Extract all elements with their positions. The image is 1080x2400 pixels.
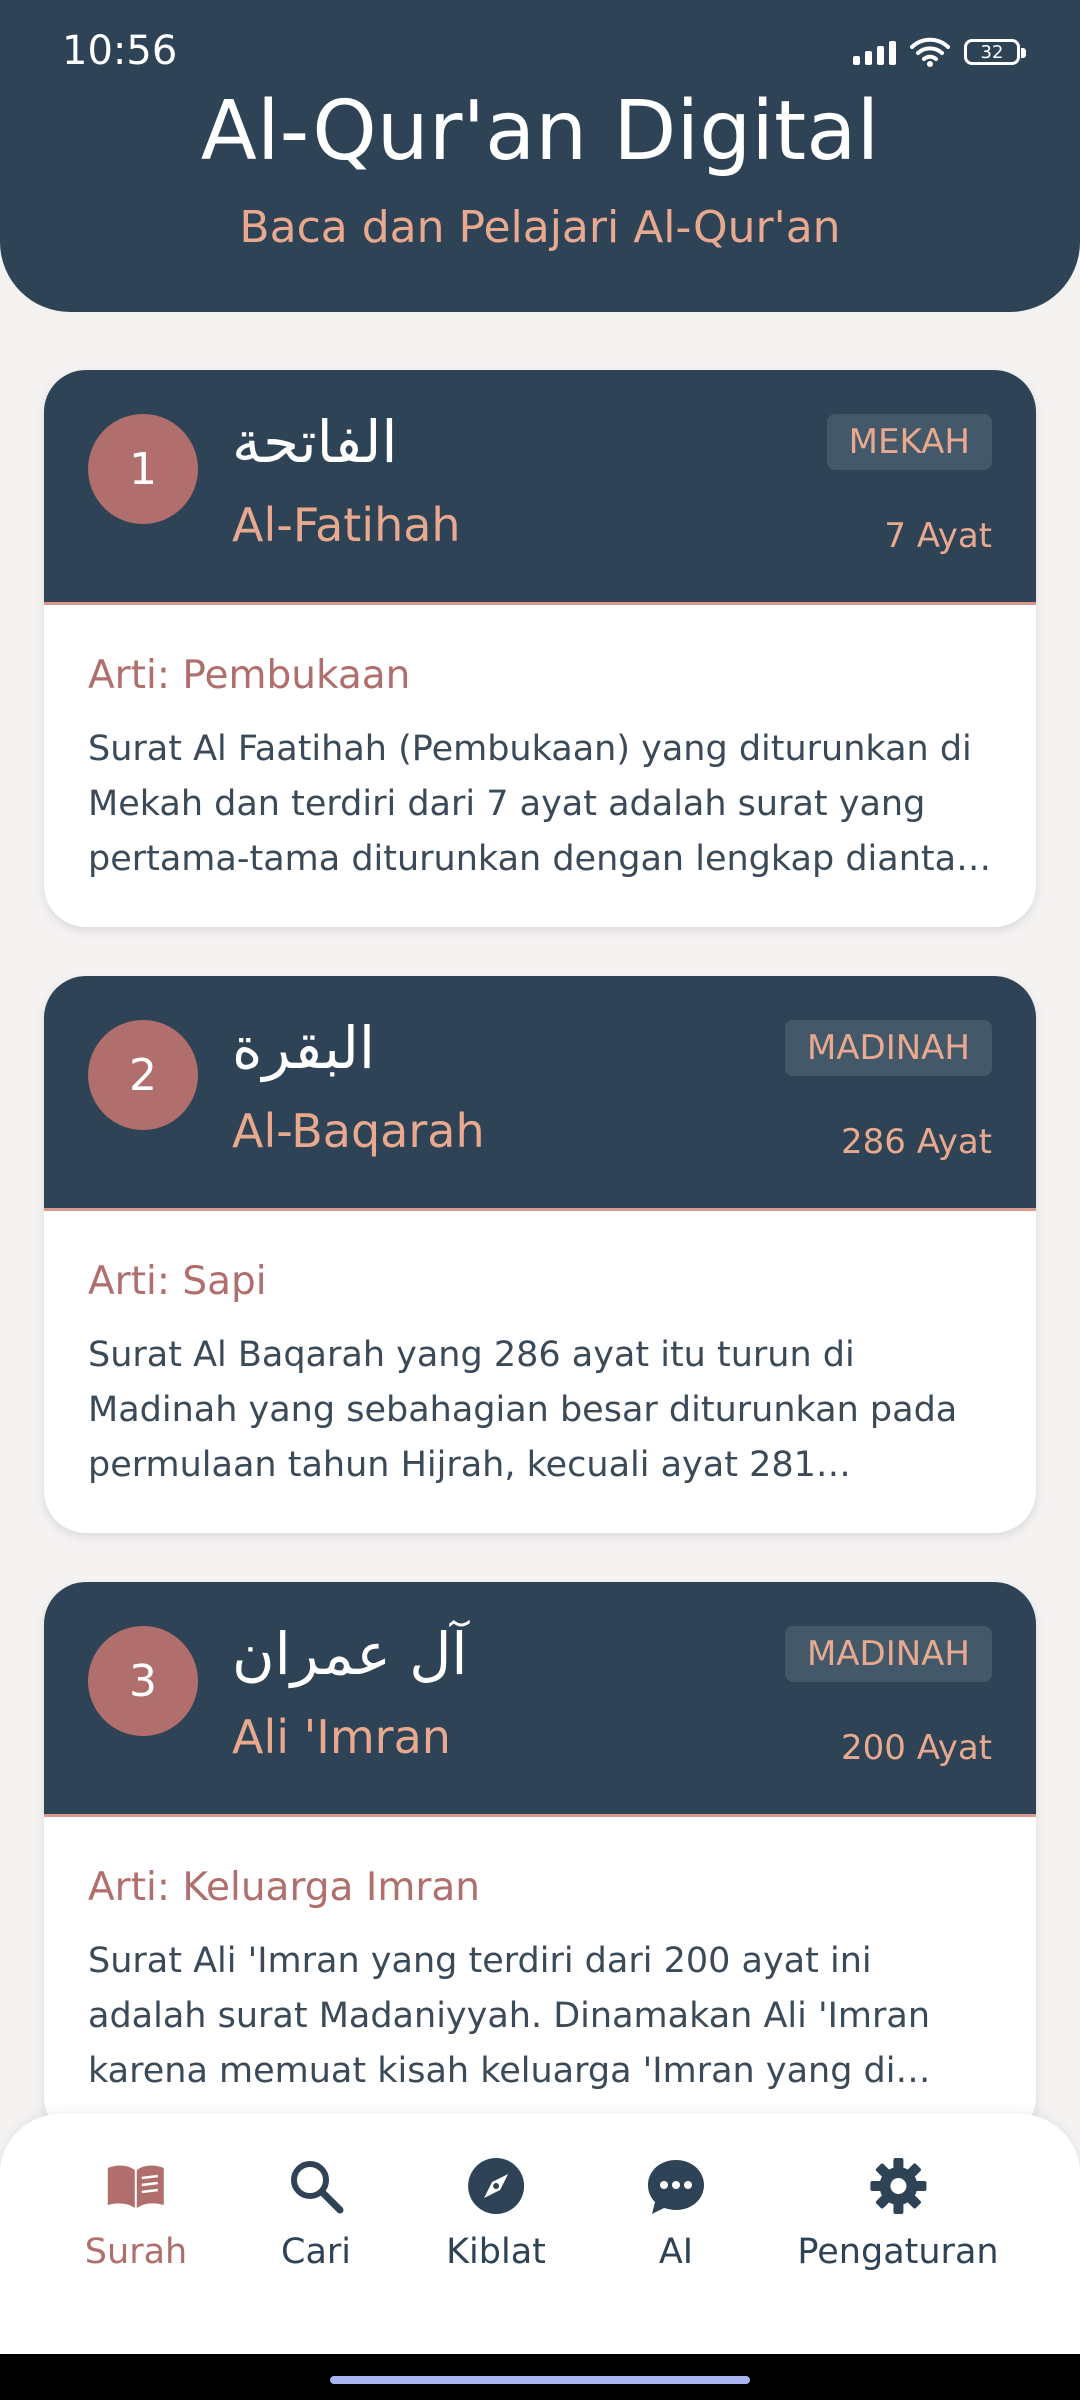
system-navigation-bar — [0, 2354, 1080, 2400]
surah-card-header: 1 الفاتحة Al-Fatihah MEKAH 7 Ayat — [44, 370, 1036, 605]
surah-latin-name: Al-Baqarah — [232, 1104, 485, 1158]
battery-level: 32 — [980, 41, 1004, 63]
revelation-place-badge: MADINAH — [784, 1020, 992, 1076]
wifi-icon — [910, 37, 950, 67]
nav-item-kiblat[interactable]: Kiblat — [446, 2154, 546, 2272]
surah-meaning: Arti: Sapi — [88, 1259, 267, 1304]
surah-latin-name: Al-Fatihah — [232, 498, 461, 552]
gear-icon — [869, 2158, 926, 2214]
surah-arabic-name: البقرة — [232, 1014, 376, 1082]
ayat-count: 286 Ayat — [841, 1122, 992, 1162]
nav-item-cari[interactable]: Cari — [281, 2154, 351, 2272]
surah-number: 3 — [88, 1626, 198, 1736]
surah-card[interactable]: 2 البقرة Al-Baqarah MADINAH 286 Ayat Art… — [44, 976, 1036, 1533]
surah-card-header: 2 البقرة Al-Baqarah MADINAH 286 Ayat — [44, 976, 1036, 1211]
surah-description: Surat Al Baqarah yang 286 ayat itu turun… — [88, 1335, 958, 1485]
nav-item-ai[interactable]: AI — [644, 2154, 708, 2272]
nav-label: AI — [658, 2232, 694, 2272]
surah-arabic-name: الفاتحة — [232, 408, 398, 476]
surah-card-body: Arti: Sapi Surat Al Baqarah yang 286 aya… — [44, 1211, 1036, 1533]
surah-meaning: Arti: Keluarga Imran — [88, 1865, 480, 1910]
surah-card-body: Arti: Keluarga Imran Surat Ali 'Imran ya… — [44, 1817, 1036, 2139]
surah-card-body: Arti: Pembukaan Surat Al Faatihah (Pembu… — [44, 605, 1036, 927]
nav-label: Cari — [281, 2232, 351, 2272]
app-header: 10:56 32 Al-Qur'an Digital Baca dan Pela… — [0, 0, 1080, 312]
revelation-place-badge: MADINAH — [784, 1626, 992, 1682]
nav-label: Kiblat — [446, 2232, 546, 2272]
chat-bubble-icon — [648, 2160, 704, 2214]
nav-label: Surah — [84, 2232, 188, 2272]
surah-arabic-name: آل عمران — [232, 1620, 468, 1688]
status-icons: 32 — [853, 36, 1026, 68]
nav-item-pengaturan[interactable]: Pengaturan — [797, 2154, 999, 2272]
surah-meaning: Arti: Pembukaan — [88, 653, 411, 698]
surah-card[interactable]: 3 آل عمران Ali 'Imran MADINAH 200 Ayat A… — [44, 1582, 1036, 2139]
surah-description: Surat Al Faatihah (Pembukaan) yang ditur… — [88, 729, 992, 879]
ayat-count: 200 Ayat — [841, 1728, 992, 1768]
book-open-icon — [107, 2165, 164, 2208]
surah-number: 2 — [88, 1020, 198, 1130]
surah-latin-name: Ali 'Imran — [232, 1710, 451, 1764]
nav-label: Pengaturan — [797, 2232, 999, 2272]
search-icon — [291, 2161, 344, 2214]
compass-icon — [467, 2158, 524, 2214]
bottom-navigation: Surah Cari Kiblat AI Pengaturan — [0, 2114, 1080, 2354]
surah-card[interactable]: 1 الفاتحة Al-Fatihah MEKAH 7 Ayat Arti: … — [44, 370, 1036, 927]
status-time: 10:56 — [62, 28, 178, 74]
revelation-place-badge: MEKAH — [826, 414, 992, 470]
surah-card-header: 3 آل عمران Ali 'Imran MADINAH 200 Ayat — [44, 1582, 1036, 1817]
ayat-count: 7 Ayat — [884, 516, 992, 556]
battery-icon: 32 — [964, 39, 1026, 65]
signal-icon — [853, 39, 896, 65]
nav-item-surah[interactable]: Surah — [85, 2154, 187, 2272]
surah-description: Surat Ali 'Imran yang terdiri dari 200 a… — [88, 1941, 931, 2091]
surah-number: 1 — [88, 414, 198, 524]
home-indicator[interactable] — [330, 2376, 750, 2384]
app-title: Al-Qur'an Digital — [200, 84, 880, 179]
app-subtitle: Baca dan Pelajari Al-Qur'an — [239, 202, 841, 253]
